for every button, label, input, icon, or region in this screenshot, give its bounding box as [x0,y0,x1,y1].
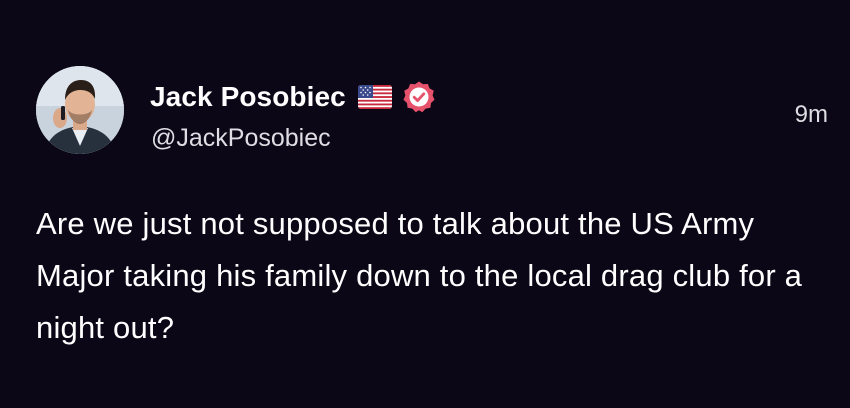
us-flag-icon [357,85,392,109]
author-handle[interactable]: @JackPosobiec [151,124,331,153]
verified-badge-icon[interactable] [402,80,436,114]
author-display-name[interactable]: Jack Posobiec [150,81,346,113]
avatar[interactable] [36,66,124,154]
author-name-row: Jack Posobiec [150,80,436,114]
avatar-image [36,66,124,154]
post-timestamp[interactable]: 9m [795,101,828,129]
post-card: Jack Posobiec @JackPosobiec 9m Are we ju… [0,0,850,408]
post-text: Are we just not supposed to talk about t… [36,206,803,345]
